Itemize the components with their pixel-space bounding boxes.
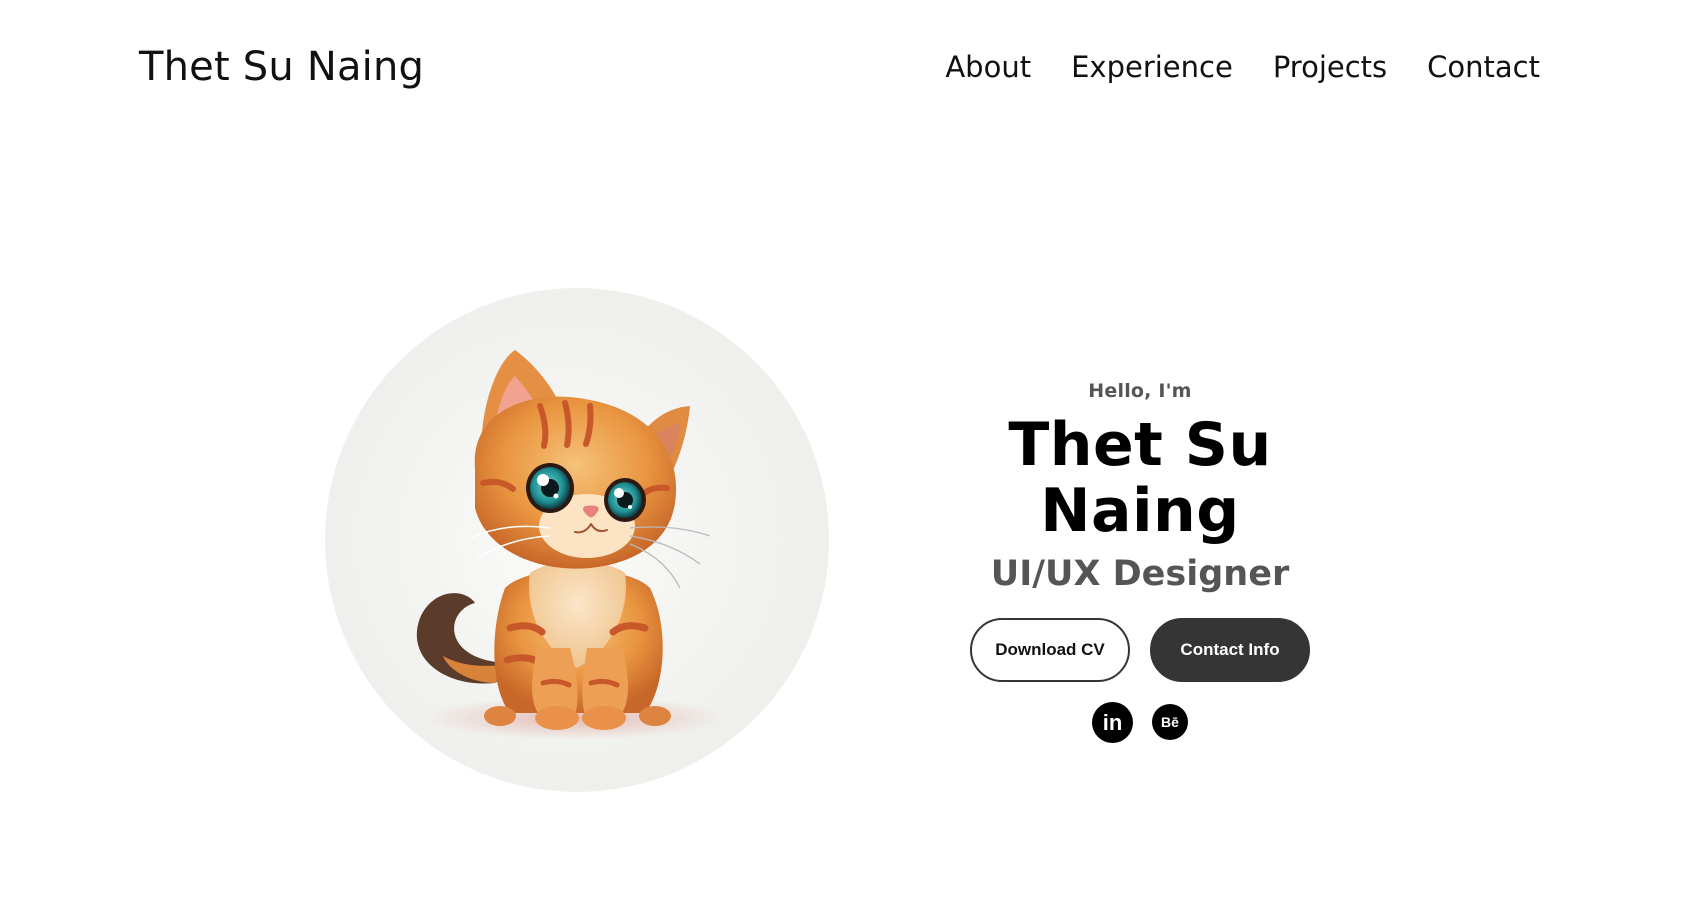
profile-picture [325,288,829,792]
nav-menu: About Experience Projects Contact [945,50,1540,84]
site-logo[interactable]: Thet Su Naing [139,44,424,90]
social-links: in Bē [900,702,1380,743]
site-header: Thet Su Naing About Experience Projects … [0,0,1705,140]
behance-icon[interactable]: Bē [1152,704,1188,740]
hero-name: Thet Su Naing [1008,410,1272,546]
nav-link-projects[interactable]: Projects [1273,50,1387,84]
nav-link-experience[interactable]: Experience [1071,50,1233,84]
nav-item-experience: Experience [1071,50,1233,84]
nav-link-about[interactable]: About [945,50,1031,84]
nav-item-projects: Projects [1273,50,1387,84]
hero-buttons: Download CV Contact Info [900,618,1380,682]
nav-item-contact: Contact [1427,50,1540,84]
hero-greeting: Hello, I'm [1088,380,1192,402]
download-cv-button[interactable]: Download CV [970,618,1130,682]
hero-section: Hello, I'm Thet Su Naing UI/UX Designer … [900,380,1380,743]
nav-item-about: About [945,50,1031,84]
contact-info-button[interactable]: Contact Info [1150,618,1310,682]
nav-link-contact[interactable]: Contact [1427,50,1540,84]
hero-role: UI/UX Designer [990,554,1290,594]
kitten-illustration [416,350,725,740]
linkedin-icon[interactable]: in [1092,702,1133,743]
